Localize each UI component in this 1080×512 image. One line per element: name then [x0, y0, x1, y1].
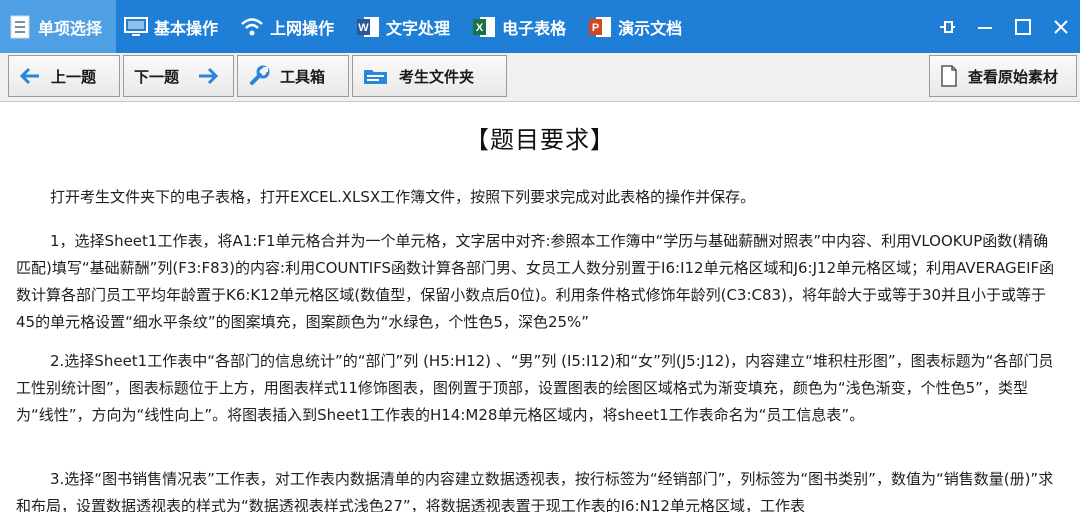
requirement-3: 3.选择“图书销售情况表”工作表，对工作表内数据清单的内容建立数据透视表，按行标… — [16, 470, 1054, 512]
svg-text:W: W — [358, 22, 369, 34]
window-controls — [928, 0, 1080, 53]
view-original-label: 查看原始素材 — [968, 67, 1059, 86]
top-tab-bar: 单项选择 基本操作 上网操作 W 文字处理 X 电子表格 P 演示文档 — [0, 0, 1080, 53]
minimize-icon[interactable] — [966, 0, 1004, 53]
maximize-icon[interactable] — [1004, 0, 1042, 53]
document-list-icon — [8, 15, 32, 39]
toolbox-label: 工具箱 — [280, 67, 326, 86]
intro-paragraph: 打开考生文件夹下的电子表格，打开EXCEL.XLSX工作簿文件，按照下列要求完成… — [50, 188, 756, 206]
arrow-right-icon — [197, 67, 219, 85]
tab-presentation[interactable]: P 演示文档 — [580, 0, 696, 53]
previous-label: 上一题 — [51, 67, 97, 86]
arrow-left-icon — [19, 67, 41, 85]
tab-label: 电子表格 — [502, 18, 567, 38]
tab-internet-ops[interactable]: 上网操作 — [232, 0, 348, 53]
tab-basic-ops[interactable]: 基本操作 — [116, 0, 232, 53]
examinee-folder-button[interactable]: 考生文件夹 — [352, 55, 507, 97]
powerpoint-icon: P — [588, 15, 612, 39]
tab-spreadsheet[interactable]: X 电子表格 — [464, 0, 580, 53]
view-original-material-button[interactable]: 查看原始素材 — [929, 55, 1077, 97]
pin-icon[interactable] — [928, 0, 966, 53]
next-question-button[interactable]: 下一题 — [123, 55, 234, 97]
tab-label: 文字处理 — [386, 18, 451, 38]
toolbox-button[interactable]: 工具箱 — [237, 55, 349, 97]
tab-single-choice[interactable]: 单项选择 — [0, 0, 117, 53]
close-icon[interactable] — [1042, 0, 1080, 53]
folder-icon — [363, 66, 389, 86]
document-icon — [940, 65, 958, 87]
tab-word-processing[interactable]: W 文字处理 — [348, 0, 464, 53]
tab-label: 基本操作 — [154, 18, 219, 38]
wrench-icon — [248, 65, 270, 87]
word-icon: W — [356, 15, 380, 39]
toolbar: 上一题 下一题 工具箱 考生文件夹 查看原始素材 — [0, 53, 1080, 102]
svg-text:X: X — [476, 22, 484, 34]
tab-label: 演示文档 — [618, 18, 683, 38]
wifi-icon — [240, 15, 264, 39]
requirement-1: 1，选择Sheet1工作表，将A1:F1单元格合并为一个单元格，文字居中对齐:参… — [16, 232, 1055, 331]
question-content: 【题目要求】 打开考生文件夹下的电子表格，打开EXCEL.XLSX工作簿文件，按… — [0, 102, 1080, 512]
tab-label: 上网操作 — [270, 18, 335, 38]
svg-text:P: P — [592, 22, 599, 34]
folder-label: 考生文件夹 — [399, 67, 475, 86]
page-title: 【题目要求】 — [465, 126, 615, 154]
excel-icon: X — [472, 15, 496, 39]
tab-label: 单项选择 — [38, 18, 103, 38]
monitor-icon — [124, 15, 149, 39]
next-label: 下一题 — [134, 67, 180, 86]
previous-question-button[interactable]: 上一题 — [8, 55, 120, 97]
requirement-2: 2.选择Sheet1工作表中“各部门的信息统计”的“部门”列 (H5:H12) … — [16, 352, 1054, 424]
